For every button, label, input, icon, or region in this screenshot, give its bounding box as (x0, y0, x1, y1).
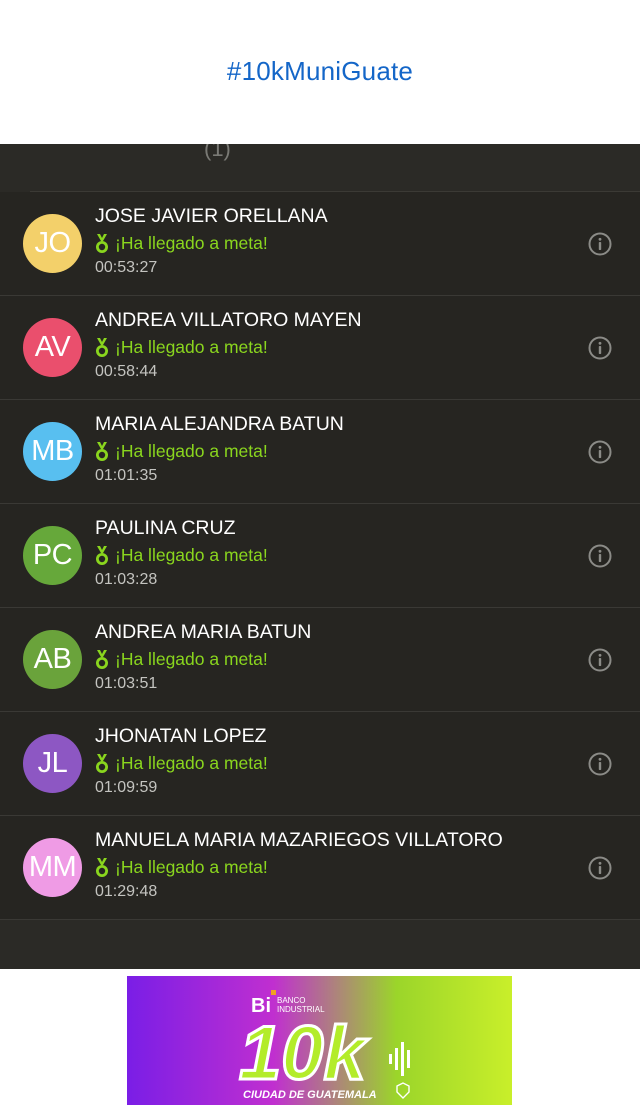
medal-icon (96, 857, 108, 877)
runner-row[interactable]: AV ANDREA VILLATORO MAYEN ¡Ha llegado a … (0, 296, 640, 400)
medal-icon (96, 649, 108, 669)
status-text: ¡Ha llegado a meta! (115, 753, 268, 773)
shield-seal-icon (396, 1082, 410, 1099)
footer: Bi BANCO INDUSTRIAL 10k CIUDAD DE GUATEM… (0, 969, 640, 1114)
brand-dot (271, 990, 276, 995)
sponsor-banner[interactable]: Bi BANCO INDUSTRIAL 10k CIUDAD DE GUATEM… (127, 976, 512, 1105)
results-panel: (1) JO JOSE JAVIER ORELLANA ¡Ha llegado … (0, 144, 640, 969)
avatar: AV (23, 318, 82, 377)
status-text: ¡Ha llegado a meta! (115, 545, 268, 565)
avatar: AB (23, 630, 82, 689)
finish-time: 01:09:59 (95, 779, 158, 796)
info-icon[interactable] (588, 752, 612, 776)
runner-row[interactable]: MM MANUELA MARIA MAZARIEGOS VILLATORO ¡H… (0, 816, 640, 920)
status-text: ¡Ha llegado a meta! (115, 441, 268, 461)
finish-status: ¡Ha llegado a meta! (95, 441, 268, 462)
medal-icon (96, 441, 108, 461)
runner-name: ANDREA MARIA BATUN (95, 621, 312, 643)
finish-time: 01:03:51 (95, 675, 158, 692)
runner-row[interactable]: MB MARIA ALEJANDRA BATUN ¡Ha llegado a m… (0, 400, 640, 504)
finish-time: 01:03:28 (95, 571, 158, 588)
finish-status: ¡Ha llegado a meta! (95, 233, 268, 254)
bank-line-1: BANCO (277, 996, 305, 1005)
header: #10kMuniGuate (0, 0, 640, 144)
status-text: ¡Ha llegado a meta! (115, 337, 268, 357)
info-icon[interactable] (588, 648, 612, 672)
runner-row[interactable]: AB ANDREA MARIA BATUN ¡Ha llegado a meta… (0, 608, 640, 712)
avatar: JL (23, 734, 82, 793)
runner-name: MARIA ALEJANDRA BATUN (95, 413, 344, 435)
runner-name: PAULINA CRUZ (95, 517, 236, 539)
runner-list: JO JOSE JAVIER ORELLANA ¡Ha llegado a me… (0, 192, 640, 920)
big-10k: 10k (239, 1011, 370, 1096)
runner-row[interactable]: JL JHONATAN LOPEZ ¡Ha llegado a meta! 01… (0, 712, 640, 816)
panel-top-strip: (1) (0, 144, 640, 192)
hashtag-link[interactable]: #10kMuniGuate (227, 56, 413, 87)
finish-time: 01:29:48 (95, 883, 158, 900)
info-icon[interactable] (588, 232, 612, 256)
finish-status: ¡Ha llegado a meta! (95, 337, 268, 358)
finish-time: 01:01:35 (95, 467, 158, 484)
avatar: MB (23, 422, 82, 481)
info-icon[interactable] (588, 440, 612, 464)
finish-status: ¡Ha llegado a meta! (95, 545, 268, 566)
runner-name: JHONATAN LOPEZ (95, 725, 267, 747)
medal-icon (96, 753, 108, 773)
status-text: ¡Ha llegado a meta! (115, 857, 268, 877)
runner-row[interactable]: PC PAULINA CRUZ ¡Ha llegado a meta! 01:0… (0, 504, 640, 608)
avatar: MM (23, 838, 82, 897)
finish-status: ¡Ha llegado a meta! (95, 753, 268, 774)
avatar: JO (23, 214, 82, 273)
finish-status: ¡Ha llegado a meta! (95, 857, 268, 878)
truncated-label: (1) (204, 144, 231, 161)
medal-icon (96, 545, 108, 565)
medal-icon (96, 233, 108, 253)
info-icon[interactable] (588, 544, 612, 568)
finish-time: 00:53:27 (95, 259, 158, 276)
sound-wave (389, 1042, 410, 1076)
status-text: ¡Ha llegado a meta! (115, 649, 268, 669)
runner-name: MANUELA MARIA MAZARIEGOS VILLATORO (95, 829, 503, 851)
city-name: CIUDAD DE GUATEMALA (243, 1089, 377, 1101)
info-icon[interactable] (588, 856, 612, 880)
medal-icon (96, 337, 108, 357)
runner-name: ANDREA VILLATORO MAYEN (95, 309, 362, 331)
finish-status: ¡Ha llegado a meta! (95, 649, 268, 670)
status-text: ¡Ha llegado a meta! (115, 233, 268, 253)
runner-name: JOSE JAVIER ORELLANA (95, 205, 328, 227)
banner-art: Bi BANCO INDUSTRIAL 10k CIUDAD DE GUATEM… (238, 990, 410, 1101)
avatar: PC (23, 526, 82, 585)
runner-row[interactable]: JO JOSE JAVIER ORELLANA ¡Ha llegado a me… (0, 192, 640, 296)
finish-time: 00:58:44 (95, 363, 158, 380)
info-icon[interactable] (588, 336, 612, 360)
